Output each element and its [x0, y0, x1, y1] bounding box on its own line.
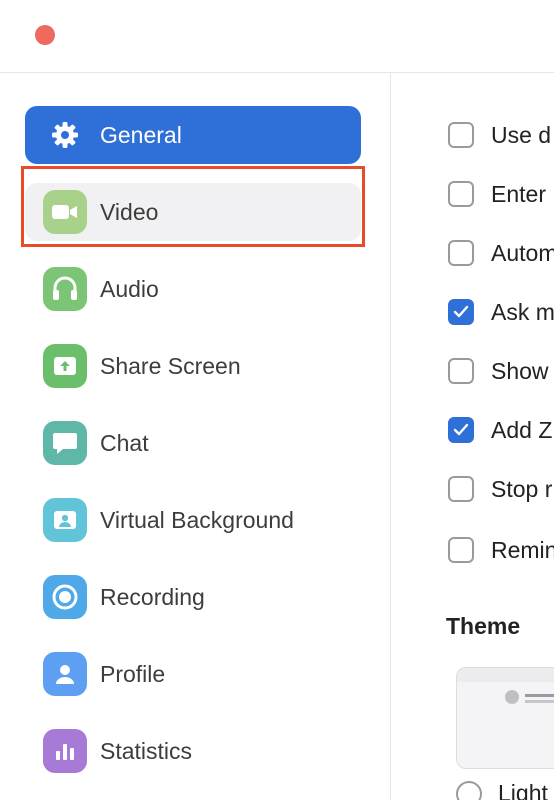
statistics-icon [43, 729, 87, 773]
window-close-button[interactable] [35, 25, 55, 45]
checkbox[interactable] [448, 358, 474, 384]
option-label: Ask m [491, 298, 554, 325]
option-label: Show [491, 357, 549, 384]
checkbox[interactable] [448, 476, 474, 502]
headphones-icon [43, 267, 87, 311]
sidebar-item-virtual-background[interactable]: Virtual Background [25, 491, 361, 549]
sidebar-item-audio[interactable]: Audio [25, 260, 361, 318]
virtual-background-icon [43, 498, 87, 542]
option-label: Autom [491, 239, 554, 266]
preview-avatar [505, 690, 519, 704]
sidebar-item-label: Profile [100, 660, 166, 687]
sidebar-item-label: Statistics [100, 737, 193, 764]
preview-line [525, 700, 554, 703]
theme-preview-light[interactable] [456, 667, 554, 769]
sidebar-item-label: Share Screen [100, 352, 241, 379]
preview-titlebar [457, 668, 554, 682]
theme-radio-light[interactable]: Light [456, 780, 548, 800]
sidebar-item-general[interactable]: General [25, 106, 361, 164]
checkbox[interactable] [448, 537, 474, 563]
radio-button[interactable] [456, 780, 482, 800]
video-selection-highlight [21, 166, 365, 247]
sidebar-item-label: Audio [100, 275, 159, 302]
recording-icon [43, 575, 87, 619]
checkbox[interactable] [448, 240, 474, 266]
option-label: Add Z [491, 416, 553, 443]
option-row[interactable]: Stop r [448, 474, 552, 504]
general-settings-panel: Use d Enter Autom Ask m Show Add Z Stop … [391, 73, 554, 800]
option-row[interactable]: Autom [448, 238, 554, 268]
sidebar-item-chat[interactable]: Chat [25, 414, 361, 472]
option-label: Stop r [491, 475, 553, 502]
checkbox-checked[interactable] [448, 299, 474, 325]
checkmark-icon [453, 305, 469, 318]
profile-icon [43, 652, 87, 696]
window-titlebar [0, 0, 554, 73]
option-row[interactable]: Show [448, 356, 549, 386]
sidebar-item-label: Chat [100, 429, 149, 456]
option-row[interactable]: Enter [448, 179, 546, 209]
sidebar-item-label: General [100, 121, 182, 148]
gear-icon [43, 113, 87, 157]
sidebar-item-recording[interactable]: Recording [25, 568, 361, 626]
option-row[interactable]: Ask m [448, 297, 554, 327]
sidebar-item-label: Recording [100, 583, 205, 610]
sidebar-item-label: Virtual Background [100, 506, 294, 533]
option-row[interactable]: Use d [448, 120, 551, 150]
chat-bubble-icon [43, 421, 87, 465]
option-label: Remin [491, 536, 554, 563]
share-screen-icon [43, 344, 87, 388]
sidebar-item-profile[interactable]: Profile [25, 645, 361, 703]
option-label: Enter [491, 180, 546, 207]
checkbox[interactable] [448, 122, 474, 148]
option-label: Use d [491, 121, 552, 148]
sidebar-item-statistics[interactable]: Statistics [25, 722, 361, 780]
theme-heading: Theme [446, 613, 521, 639]
preview-line [525, 694, 554, 697]
checkbox[interactable] [448, 181, 474, 207]
checkbox-checked[interactable] [448, 417, 474, 443]
checkmark-icon [453, 423, 469, 436]
radio-label: Light [498, 780, 548, 800]
sidebar-item-share-screen[interactable]: Share Screen [25, 337, 361, 395]
option-row[interactable]: Add Z [448, 415, 552, 445]
option-row[interactable]: Remin [448, 535, 554, 565]
